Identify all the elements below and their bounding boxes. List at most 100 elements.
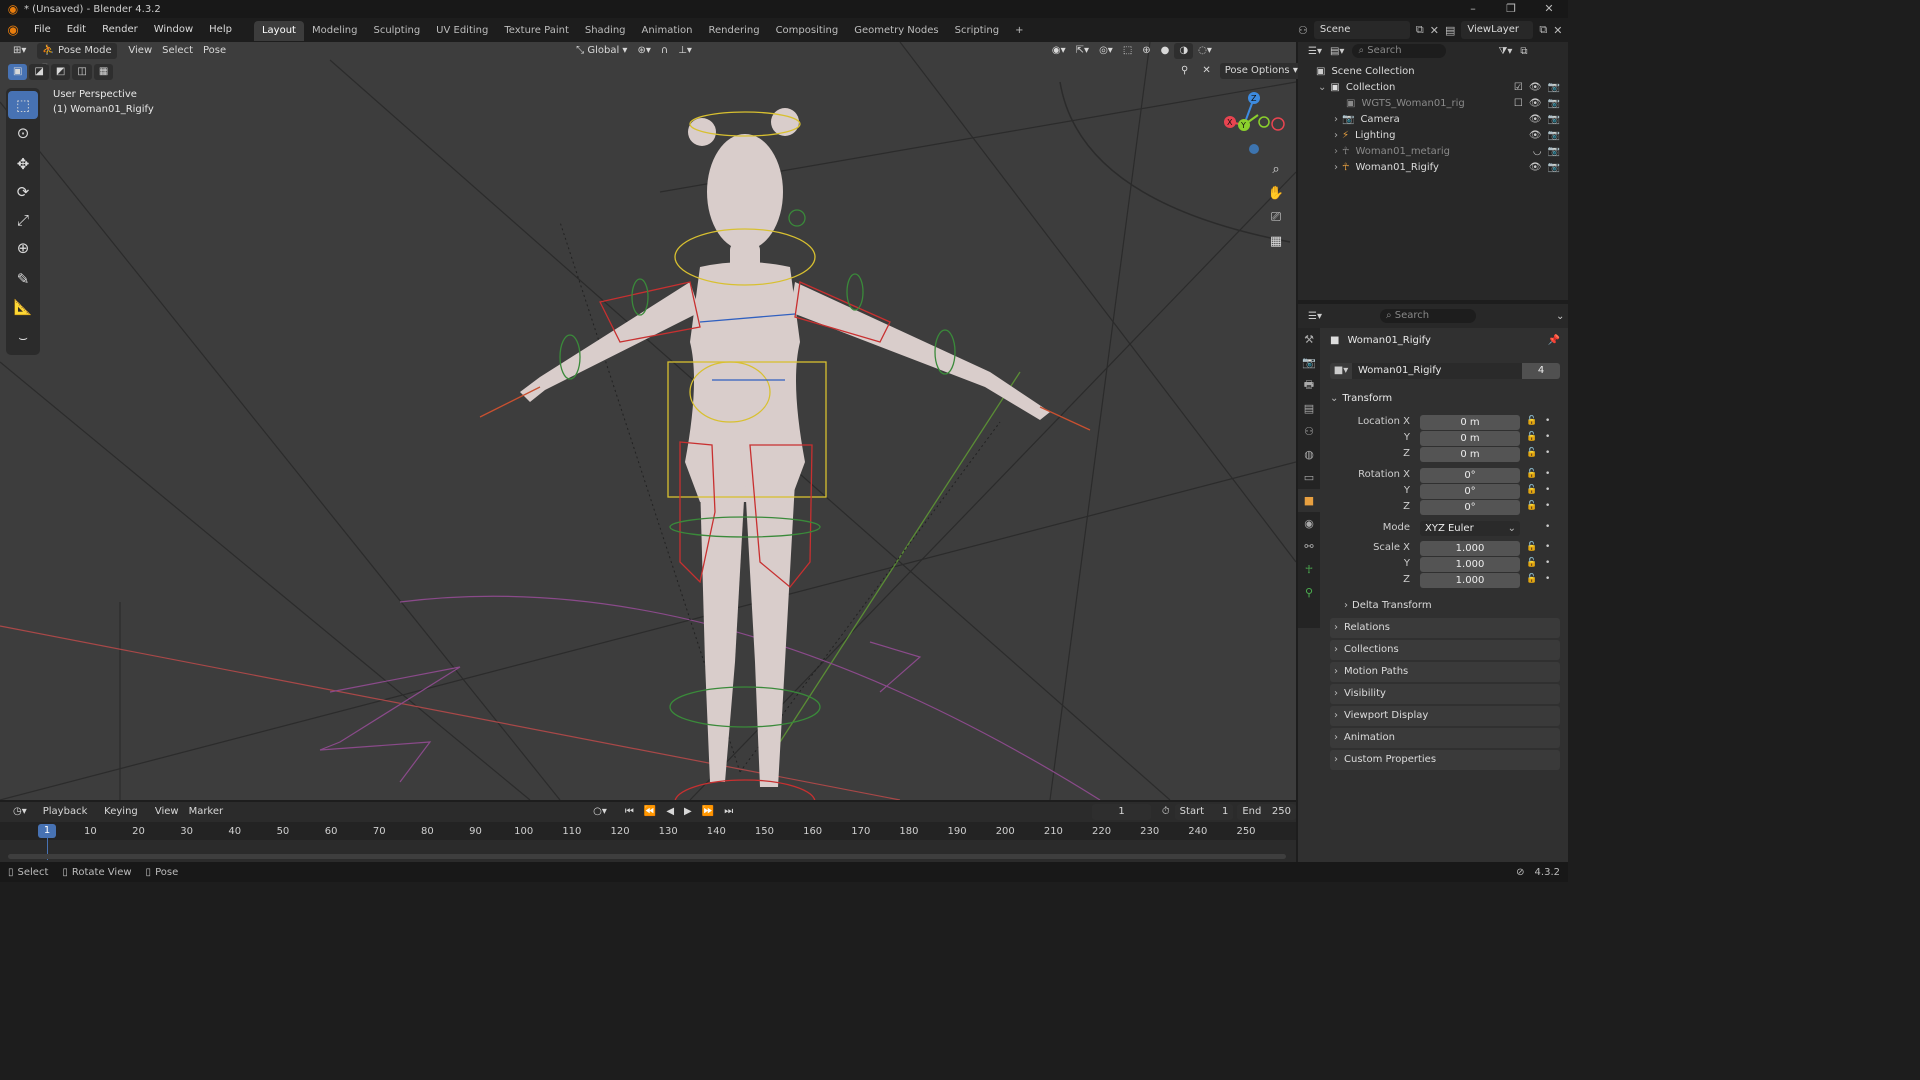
camera-view-icon[interactable]: ⎚ [1265, 206, 1287, 228]
outliner-editor-type-icon[interactable]: ☰▾ [1308, 46, 1322, 57]
gizmo-toggle-icon[interactable]: ⇱▾ [1071, 43, 1094, 59]
scene-selector[interactable]: Scene [1313, 21, 1410, 39]
lock-icon[interactable]: 🔓 [1526, 574, 1537, 584]
scale-x-field[interactable]: 1.000 [1420, 541, 1520, 556]
object-browse-icon[interactable]: ■▾ [1330, 363, 1352, 379]
display-mode-icon[interactable]: ▤▾ [1330, 46, 1344, 57]
outliner-item-metarig[interactable]: › ☥ Woman01_metarig ◡ 📷 [1298, 143, 1568, 159]
tab-compositing[interactable]: Compositing [768, 21, 847, 41]
view-layer-tab-icon[interactable]: ▤ [1298, 397, 1320, 420]
transform-panel-header[interactable]: ⌄ Transform [1330, 391, 1560, 407]
rotation-y-field[interactable]: 0° [1420, 484, 1520, 499]
panel-animation[interactable]: › Animation [1330, 728, 1560, 748]
overlays-icon[interactable]: ◎▾ [1094, 43, 1118, 59]
cursor-tool-icon[interactable]: ⊙ [8, 119, 38, 147]
lock-icon[interactable]: 🔓 [1526, 485, 1537, 495]
object-datablock-name[interactable]: Woman01_Rigify [1352, 363, 1522, 379]
menu-edit[interactable]: Edit [59, 18, 94, 42]
render-camera-icon[interactable]: 📷 [1548, 146, 1560, 157]
expand-chevron-icon[interactable]: › [1334, 130, 1338, 141]
mirror-x-icon[interactable]: ✕ [1197, 63, 1215, 79]
tab-uv-editing[interactable]: UV Editing [428, 21, 496, 41]
tab-animation[interactable]: Animation [634, 21, 701, 41]
minimize-icon[interactable]: – [1454, 0, 1492, 18]
navigation-gizmo[interactable]: Z X Y [1222, 90, 1286, 154]
remove-view-layer-icon[interactable]: ✕ [1553, 24, 1562, 37]
keyframe-dot-icon[interactable]: • [1545, 574, 1550, 584]
panel-custom-properties[interactable]: › Custom Properties [1330, 750, 1560, 770]
panel-visibility[interactable]: › Visibility [1330, 684, 1560, 704]
zoom-icon[interactable]: ⌕ [1265, 158, 1287, 180]
tab-rendering[interactable]: Rendering [700, 21, 767, 41]
eye-icon[interactable]: 👁 [1529, 130, 1542, 141]
annotate-tool-icon[interactable]: ✎ [8, 265, 38, 293]
constraints-tab-icon[interactable]: ⚯ [1298, 535, 1320, 558]
object-tab-icon[interactable]: ■ [1298, 489, 1320, 512]
scale-y-field[interactable]: 1.000 [1420, 557, 1520, 572]
menu-select[interactable]: Select [157, 43, 198, 59]
eye-icon[interactable]: 👁 [1529, 162, 1542, 173]
outliner-item-lighting[interactable]: › ⚡ Lighting 👁 📷 [1298, 127, 1568, 143]
rotation-x-field[interactable]: 0° [1420, 468, 1520, 483]
auto-ik-icon[interactable]: ⚲ [1176, 63, 1193, 79]
playhead-frame-indicator[interactable]: 1 [38, 824, 56, 838]
new-view-layer-icon[interactable]: ⧉ [1539, 23, 1547, 37]
timeline-area[interactable]: 10 20 30 40 50 60 70 80 90 100 110 120 130 140 150 160 1… [0, 822, 1296, 862]
menu-timeline-view[interactable]: View [150, 804, 184, 820]
scale-tool-icon[interactable]: ⤢ [8, 206, 38, 234]
timeline-scrollbar[interactable] [8, 854, 1286, 859]
lock-icon[interactable]: 🔓 [1526, 469, 1537, 479]
tab-layout[interactable]: Layout [253, 21, 304, 41]
mode-selector[interactable]: ⛹ Pose Mode ▾ [37, 43, 118, 72]
remove-scene-icon[interactable]: ✕ [1430, 24, 1439, 37]
pin-icon[interactable]: 📌 [1548, 335, 1560, 346]
play-icon[interactable]: ▶ [679, 804, 697, 820]
location-z-field[interactable]: 0 m [1420, 447, 1520, 462]
shading-material-icon[interactable]: ◑ [1174, 43, 1194, 59]
keyframe-dot-icon[interactable]: • [1545, 522, 1550, 532]
axis-gizmo-icon[interactable]: Z X Y [1222, 90, 1286, 154]
tab-scripting[interactable]: Scripting [947, 21, 1007, 41]
view-layer-icon[interactable]: ▤ [1445, 24, 1455, 37]
menu-window[interactable]: Window [146, 18, 201, 42]
jump-keyframe-forward-icon[interactable]: ⏩ [697, 804, 719, 820]
move-tool-icon[interactable]: ✥ [8, 150, 38, 178]
menu-keying[interactable]: Keying ▾ [99, 804, 150, 833]
expand-chevron-icon[interactable]: › [1334, 162, 1338, 173]
eye-hidden-icon[interactable]: ◡ [1533, 146, 1542, 157]
shading-wireframe-icon[interactable]: ⊕ [1137, 43, 1155, 59]
keyframe-dot-icon[interactable]: • [1545, 485, 1550, 495]
select-intersect-icon[interactable]: ▦ [93, 64, 114, 80]
timeline-editor-type-icon[interactable]: ◷▾ [8, 804, 32, 820]
orientation-selector[interactable]: ⤡ Global ▾ [571, 43, 632, 59]
tab-sculpting[interactable]: Sculpting [365, 21, 428, 41]
new-scene-icon[interactable]: ⧉ [1416, 23, 1424, 37]
bone-relax-tool-icon[interactable]: ⌣ [8, 324, 38, 352]
output-tab-icon[interactable]: 🖶 [1298, 374, 1320, 397]
lock-icon[interactable]: 🔓 [1526, 501, 1537, 511]
snap-icon[interactable]: ∩ [656, 43, 673, 59]
expand-chevron-icon[interactable]: ⌄ [1318, 82, 1326, 93]
expand-chevron-icon[interactable]: › [1334, 114, 1338, 125]
play-reverse-icon[interactable]: ◀ [661, 804, 679, 820]
scene-tab-icon[interactable]: ⚇ [1298, 420, 1320, 443]
outliner-item-wgts[interactable]: ▣ WGTS_Woman01_rig ☐ 👁 📷 [1298, 95, 1568, 111]
jump-end-icon[interactable]: ⏭ [719, 804, 738, 820]
scene-icon[interactable]: ⚇ [1298, 24, 1308, 37]
tab-geometry-nodes[interactable]: Geometry Nodes [846, 21, 946, 41]
render-camera-icon[interactable]: 📷 [1548, 114, 1560, 125]
tab-modeling[interactable]: Modeling [304, 21, 366, 41]
delta-transform-subpanel[interactable]: › Delta Transform [1344, 600, 1432, 611]
pose-options-button[interactable]: Pose Options ▾ [1219, 63, 1303, 79]
rotation-z-field[interactable]: 0° [1420, 500, 1520, 515]
perspective-toggle-icon[interactable]: ▦ [1265, 230, 1287, 252]
eye-icon[interactable]: 👁 [1529, 82, 1542, 93]
select-new-icon[interactable]: ▣ [8, 64, 28, 80]
rotation-mode-dropdown[interactable]: XYZ Euler ⌄ [1420, 521, 1520, 536]
blender-menu-icon[interactable]: ◉ [0, 23, 26, 38]
collection-tab-icon[interactable]: ▭ [1298, 466, 1320, 489]
editor-type-icon[interactable]: ⊞▾ [8, 43, 31, 59]
location-y-field[interactable]: 0 m [1420, 431, 1520, 446]
lock-icon[interactable]: 🔓 [1526, 448, 1537, 458]
menu-marker[interactable]: Marker [184, 804, 229, 820]
